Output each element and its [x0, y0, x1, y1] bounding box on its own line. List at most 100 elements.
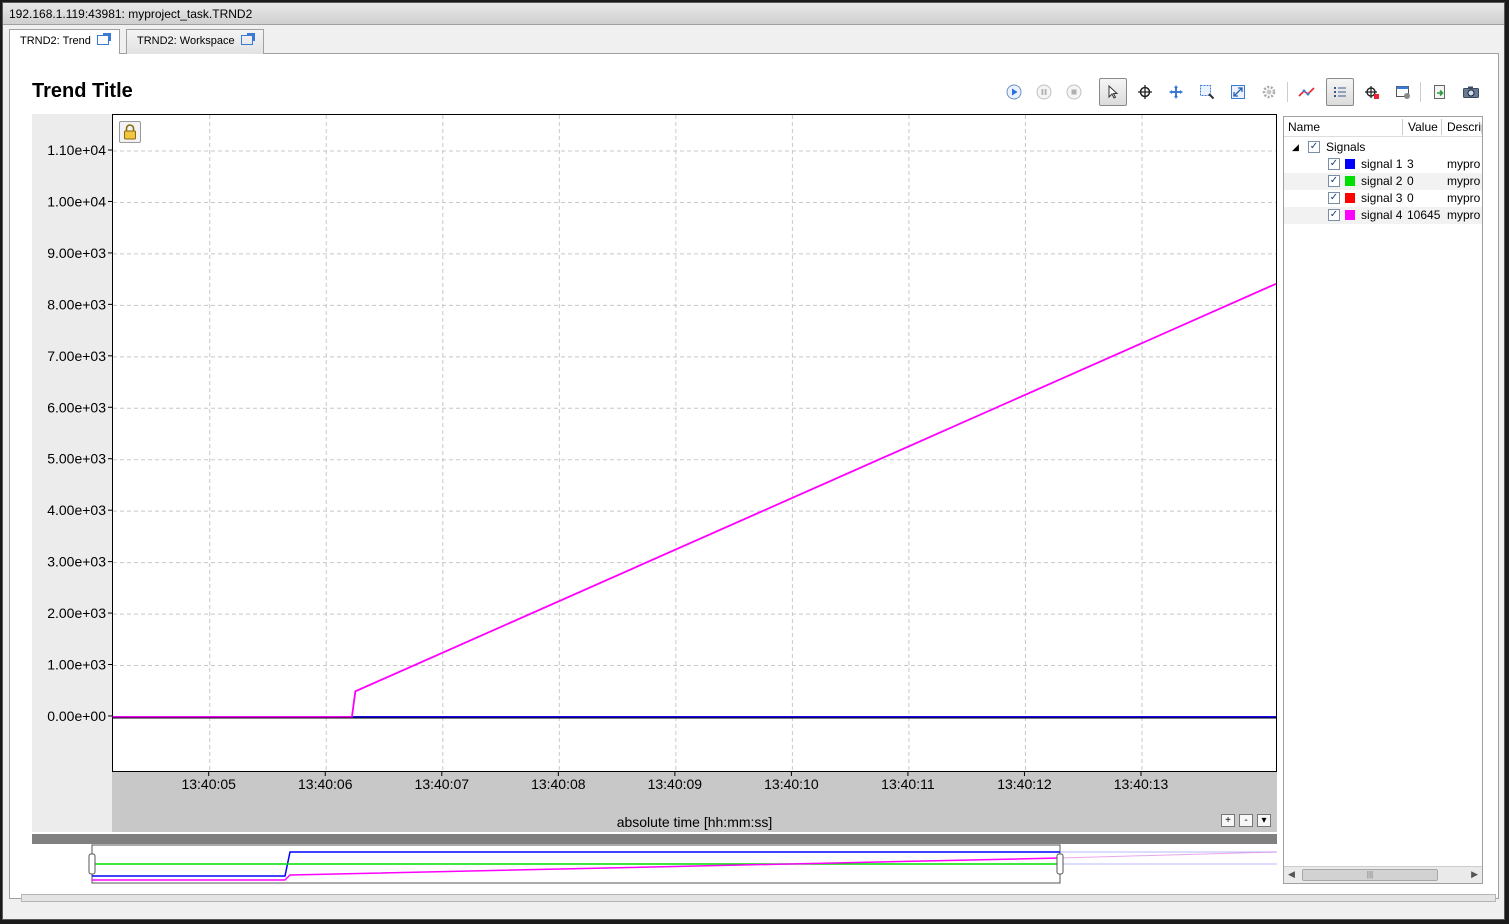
legend-row-signal[interactable]: ✓ signal 1 3 mypro	[1284, 156, 1482, 173]
pointer-icon[interactable]	[1099, 78, 1127, 106]
x-tick-label: 13:40:12	[997, 776, 1052, 792]
signal-value: 10645	[1407, 208, 1441, 222]
zoom-in-button[interactable]: +	[1221, 814, 1235, 827]
signal-checkbox[interactable]: ✓	[1328, 192, 1340, 204]
legend-header: Name Value Descrip	[1284, 117, 1482, 137]
external-window-icon[interactable]	[240, 33, 255, 45]
x-tick-label: 13:40:08	[531, 776, 586, 792]
x-tick-label: 13:40:05	[181, 776, 236, 792]
plot-area[interactable]	[112, 114, 1277, 772]
tab-trend[interactable]: TRND2: Trend	[9, 29, 120, 55]
signal-color-swatch	[1345, 159, 1355, 169]
signal-color-swatch	[1345, 176, 1355, 186]
window-scrollbar[interactable]	[21, 894, 1496, 902]
window-titlebar[interactable]: 192.168.1.119:43981: myproject_task.TRND…	[3, 3, 1504, 25]
x-tick-label: 13:40:13	[1114, 776, 1169, 792]
y-tick-label: 6.00e+03	[47, 399, 106, 415]
external-window-icon[interactable]	[96, 33, 111, 45]
tab-bar: TRND2: Trend TRND2: Workspace	[9, 29, 1499, 55]
tab-trend-label: TRND2: Trend	[20, 35, 91, 47]
crosshair-icon[interactable]	[1131, 78, 1159, 106]
signal-description: mypro	[1447, 191, 1481, 205]
scroll-right-icon[interactable]: ▶	[1471, 869, 1478, 880]
settings-icon[interactable]	[1255, 78, 1283, 106]
x-axis-menu-button[interactable]: ▾	[1257, 814, 1271, 827]
zoom-out-button[interactable]: -	[1239, 814, 1253, 827]
legend-row-signal[interactable]: ✓ signal 3 0 mypro	[1284, 190, 1482, 207]
toolbar-separator	[1287, 82, 1288, 102]
overview-header	[32, 834, 1277, 844]
x-tick-label: 13:40:09	[648, 776, 703, 792]
legend-row-signal[interactable]: ✓ signal 4 10645 mypro	[1284, 207, 1482, 224]
group-checkbox[interactable]: ✓	[1308, 141, 1320, 153]
y-tick-label: 4.00e+03	[47, 502, 106, 518]
signal-legend: Name Value Descrip ◢ ✓ Signals ✓ signal 1…	[1283, 116, 1483, 884]
scroll-left-icon[interactable]: ◀	[1288, 869, 1295, 880]
signal-color-swatch	[1345, 193, 1355, 203]
y-tick-label: 1.10e+04	[47, 142, 106, 158]
scroll-thumb[interactable]: |||	[1302, 869, 1438, 881]
y-tick-label: 7.00e+03	[47, 348, 106, 364]
signal-value: 0	[1407, 191, 1414, 205]
lock-icon[interactable]	[119, 121, 141, 143]
x-tick-label: 13:40:11	[881, 776, 935, 792]
overview-navigator[interactable]	[32, 844, 1278, 884]
signal-checkbox[interactable]: ✓	[1328, 175, 1340, 187]
series-line-signal-4[interactable]	[113, 282, 1277, 718]
line-style-icon[interactable]	[1293, 78, 1321, 106]
y-tick-label: 0.00e+00	[47, 708, 106, 724]
window-title: 192.168.1.119:43981: myproject_task.TRND…	[9, 7, 253, 21]
pause-icon[interactable]	[1030, 78, 1058, 106]
legend-col-name[interactable]: Name	[1288, 120, 1320, 134]
y-tick-label: 1.00e+04	[47, 193, 106, 209]
trend-window: 192.168.1.119:43981: myproject_task.TRND…	[2, 2, 1505, 920]
signal-checkbox[interactable]: ✓	[1328, 209, 1340, 221]
legend-list-icon[interactable]	[1326, 78, 1354, 106]
legend-col-description[interactable]: Descrip	[1447, 120, 1482, 134]
window-settings-icon[interactable]	[1389, 78, 1417, 106]
signal-description: mypro	[1447, 157, 1481, 171]
tab-workspace-label: TRND2: Workspace	[137, 35, 235, 47]
signal-name: signal 1	[1361, 157, 1403, 171]
trend-content: Trend Title 0.00e+00 1.00e+03 2.00e+03 3…	[9, 54, 1499, 899]
x-axis: 13:40:05 13:40:06 13:40:07 13:40:08 13:40:09…	[112, 772, 1277, 832]
y-tick-label: 9.00e+03	[47, 245, 106, 261]
play-icon[interactable]	[1000, 78, 1028, 106]
stop-icon[interactable]	[1060, 78, 1088, 106]
cursor-add-icon[interactable]	[1358, 78, 1386, 106]
pan-icon[interactable]	[1162, 78, 1190, 106]
y-axis: 0.00e+00 1.00e+03 2.00e+03 3.00e+03 4.00e+03…	[32, 114, 112, 832]
signal-description: mypro	[1447, 208, 1481, 222]
legend-col-value[interactable]: Value	[1408, 120, 1438, 134]
zoom-box-icon[interactable]	[1193, 78, 1221, 106]
legend-scrollbar[interactable]: ◀ ||| ▶	[1284, 866, 1482, 883]
collapse-arrow-icon[interactable]: ◢	[1292, 142, 1299, 153]
y-tick-label: 5.00e+03	[47, 451, 106, 467]
signal-color-swatch	[1345, 210, 1355, 220]
signal-value: 3	[1407, 157, 1414, 171]
legend-group-signals[interactable]: ◢ ✓ Signals	[1284, 139, 1482, 156]
trend-toolbar	[1000, 78, 1480, 108]
legend-row-signal[interactable]: ✓ signal 2 0 mypro	[1284, 173, 1482, 190]
signal-description: mypro	[1447, 174, 1481, 188]
y-axis-ticks: 0.00e+00 1.00e+03 2.00e+03 3.00e+03 4.00e+03…	[47, 142, 112, 724]
camera-icon[interactable]	[1457, 78, 1485, 106]
signal-name: signal 3	[1361, 191, 1403, 205]
overview-chart[interactable]	[32, 844, 1278, 884]
y-tick-label: 8.00e+03	[47, 296, 106, 312]
x-axis-label: absolute time [hh:mm:ss]	[616, 814, 773, 830]
trend-chart[interactable]	[113, 115, 1277, 771]
x-axis-controls: + - ▾	[1217, 814, 1271, 828]
group-label: Signals	[1326, 140, 1366, 154]
y-tick-label: 1.00e+03	[47, 657, 106, 673]
zoom-fit-icon[interactable]	[1224, 78, 1252, 106]
signal-checkbox[interactable]: ✓	[1328, 158, 1340, 170]
signal-name: signal 2	[1361, 174, 1403, 188]
tab-workspace[interactable]: TRND2: Workspace	[126, 29, 264, 54]
x-tick-label: 13:40:07	[415, 776, 470, 792]
trend-title: Trend Title	[32, 80, 133, 102]
signal-name: signal 4	[1361, 208, 1403, 222]
toolbar-separator	[1420, 82, 1421, 102]
y-tick-label: 3.00e+03	[47, 554, 106, 570]
export-icon[interactable]	[1426, 78, 1454, 106]
